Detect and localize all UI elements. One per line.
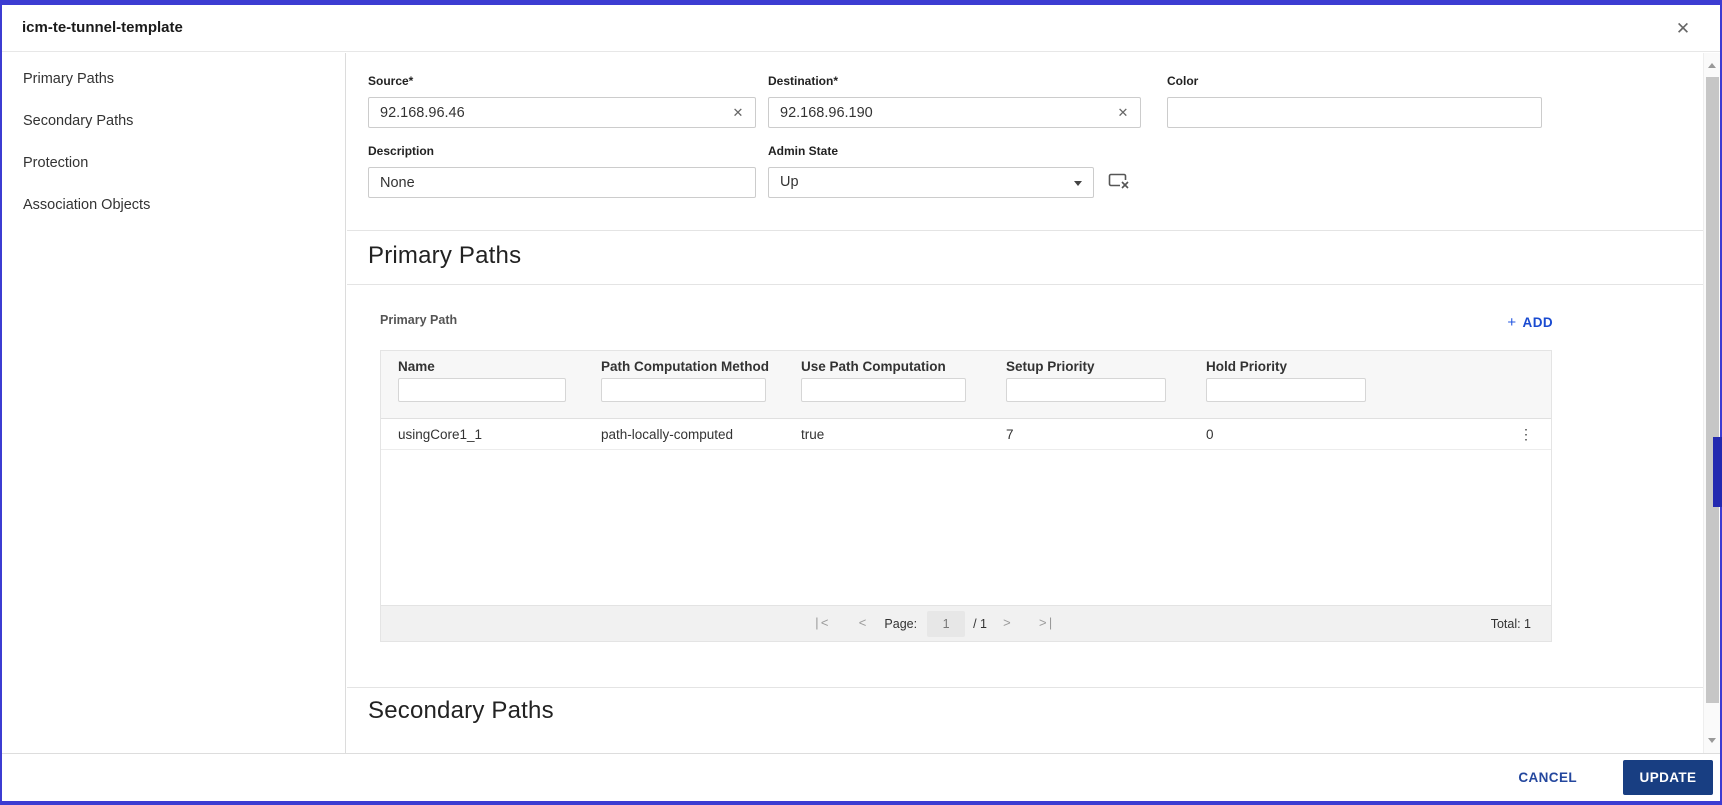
tunnel-template-dialog: icm-te-tunnel-template ✕ Primary Paths S… (0, 0, 1722, 805)
page-number-input[interactable] (927, 610, 966, 637)
admin-state-label: Admin State (768, 144, 839, 158)
admin-state-value: Up (780, 174, 799, 190)
primary-path-table-label: Primary Path (380, 313, 458, 327)
dialog-title: icm-te-tunnel-template (22, 19, 183, 36)
name-filter-input[interactable] (398, 377, 566, 402)
last-page-icon[interactable]: >| (1039, 616, 1055, 631)
description-input[interactable] (368, 167, 756, 198)
source-label: Source* (368, 74, 414, 88)
table-empty-area (381, 450, 1551, 606)
update-button[interactable]: UPDATE (1623, 760, 1713, 795)
page-count: / 1 (973, 616, 987, 631)
table-row[interactable]: usingCore1_1 path-locally-computed true … (381, 419, 1551, 450)
primary-paths-heading: Primary Paths (368, 242, 522, 269)
cell-name: usingCore1_1 (398, 426, 483, 442)
scroll-up-icon[interactable] (1708, 63, 1716, 68)
path-computation-method-filter-input[interactable] (601, 377, 766, 402)
table-header: Name Path Computation Method Use Path Co… (381, 351, 1551, 419)
pagination-bar: |< < Page: / 1 > >| Total: 1 (381, 605, 1551, 641)
description-label: Description (368, 144, 435, 158)
hold-priority-filter-input[interactable] (1206, 377, 1366, 402)
close-icon[interactable]: ✕ (1670, 16, 1696, 42)
cell-setup-priority: 7 (1006, 426, 1014, 442)
previous-page-icon[interactable]: < (859, 616, 867, 631)
source-input[interactable] (368, 97, 756, 128)
page-label: Page: (884, 616, 918, 631)
scroll-down-icon[interactable] (1708, 738, 1716, 743)
use-path-computation-filter-input[interactable] (801, 377, 966, 402)
divider (347, 284, 1703, 285)
destination-input[interactable] (768, 97, 1141, 128)
setup-priority-filter-input[interactable] (1006, 377, 1166, 402)
section-nav-sidebar: Primary Paths Secondary Paths Protection… (2, 53, 346, 753)
filter-row (381, 377, 1551, 402)
cell-path-computation-method: path-locally-computed (601, 426, 734, 442)
total-count: Total: 1 (1490, 616, 1531, 631)
column-header-path-computation-method[interactable]: Path Computation Method (601, 359, 801, 376)
secondary-paths-heading: Secondary Paths (368, 697, 554, 724)
admin-state-select[interactable]: Up (768, 167, 1094, 198)
column-header-use-path-computation[interactable]: Use Path Computation (801, 359, 1006, 376)
first-page-icon[interactable]: |< (813, 616, 829, 631)
sidebar-item-secondary-paths[interactable]: Secondary Paths (2, 100, 345, 142)
column-header-setup-priority[interactable]: Setup Priority (1006, 359, 1206, 376)
column-header-name[interactable]: Name (398, 359, 601, 376)
primary-paths-table: Name Path Computation Method Use Path Co… (380, 350, 1552, 642)
sidebar-item-protection[interactable]: Protection (2, 142, 345, 184)
destination-clear-icon[interactable]: ✕ (1114, 104, 1132, 122)
color-input[interactable] (1167, 97, 1542, 128)
sidebar-item-association-objects[interactable]: Association Objects (2, 184, 345, 226)
source-clear-icon[interactable]: ✕ (729, 104, 747, 122)
chevron-down-icon (1074, 181, 1082, 186)
color-label: Color (1167, 74, 1199, 88)
plus-icon: + (1507, 314, 1517, 331)
divider (347, 687, 1703, 688)
column-header-hold-priority[interactable]: Hold Priority (1206, 359, 1406, 376)
vertical-scrollbar[interactable] (1703, 53, 1720, 753)
cancel-button[interactable]: CANCEL (1518, 770, 1577, 785)
scrollbar-thumb[interactable] (1706, 77, 1719, 703)
add-primary-path-button[interactable]: + ADD (1487, 314, 1553, 331)
clear-selection-icon[interactable] (1108, 172, 1131, 194)
main-content: Source* ✕ Destination* ✕ Color Descripti… (347, 53, 1703, 753)
destination-label: Destination* (768, 74, 839, 88)
next-page-icon[interactable]: > (1003, 616, 1011, 631)
sidebar-item-primary-paths[interactable]: Primary Paths (2, 58, 345, 100)
cell-use-path-computation: true (801, 426, 825, 442)
dialog-footer: CANCEL UPDATE (2, 753, 1720, 801)
dialog-titlebar: icm-te-tunnel-template ✕ (2, 5, 1720, 52)
cell-hold-priority: 0 (1206, 426, 1214, 442)
divider (347, 230, 1703, 231)
row-actions-kebab-icon[interactable]: ⋮ (1519, 427, 1533, 441)
window-scroll-marker (1713, 437, 1722, 507)
